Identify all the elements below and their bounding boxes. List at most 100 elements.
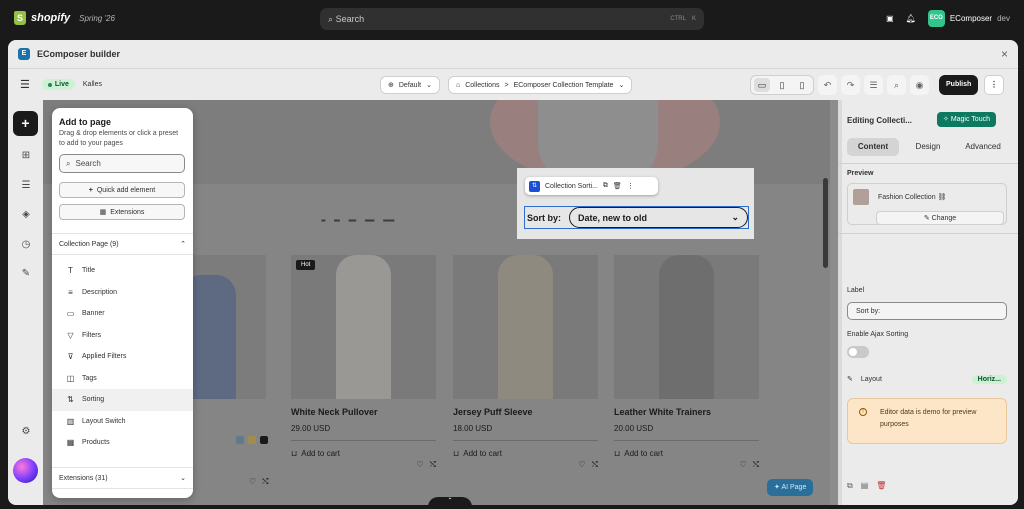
magic-touch-button[interactable]: ✧ Magic Touch [937, 112, 996, 127]
gear-icon[interactable]: ⚙ [19, 426, 33, 440]
trash-icon[interactable]: 🗑︎ [613, 182, 622, 190]
heart-icon[interactable]: ♡ [739, 460, 746, 470]
swatch-black[interactable] [260, 436, 268, 444]
add-to-cart-button[interactable]: ⊔ Add to cart [453, 449, 598, 458]
element-description[interactable]: ≡ Description [52, 281, 193, 303]
extensions-button[interactable]: ▦ Extensions [59, 204, 185, 220]
element-tags[interactable]: ◫ Tags [52, 367, 193, 389]
element-sorting[interactable]: ⇅ Sorting [52, 389, 193, 411]
more-options-icon[interactable]: ⋮ [984, 75, 1004, 95]
sort-label: Sort by: [527, 212, 562, 223]
product-image[interactable]: Hot [291, 255, 436, 399]
grid-6-icon[interactable]: ▪▪▪▪▪▪ [383, 216, 395, 225]
shuffle-icon[interactable]: ⤭ [592, 460, 598, 470]
description-icon: ≡ [68, 287, 73, 297]
sort-select[interactable]: Date, new to old ⌄ [569, 207, 748, 228]
add-to-cart-label: Add to cart [301, 449, 340, 458]
ai-page-button[interactable]: ✦ AI Page [767, 479, 814, 496]
desktop-icon[interactable]: ▭ [754, 78, 770, 92]
close-icon[interactable]: × [1001, 47, 1008, 61]
more-icon[interactable]: ⋮ [627, 182, 634, 190]
shuffle-icon[interactable]: ⤭ [753, 460, 759, 470]
heart-icon[interactable]: ♡ [416, 460, 423, 470]
ajax-sorting-toggle[interactable] [847, 346, 869, 358]
globe-icon: ⊕ [388, 82, 394, 89]
product-image[interactable] [614, 255, 759, 399]
heart-icon[interactable]: ♡ [249, 477, 256, 487]
shuffle-icon[interactable]: ⤭ [430, 460, 436, 470]
element-applied-filters[interactable]: ⊽ Applied Filters [52, 346, 193, 368]
collection-page-section[interactable]: Collection Page (9) ⌃ [52, 233, 193, 255]
left-rail: + ⊞ ☰ ◈ ◷ ✎ ⚙ [8, 100, 43, 505]
undo-icon[interactable]: ↶ [818, 75, 837, 95]
hamburger-menu-icon[interactable]: ☰ [20, 78, 30, 91]
element-name[interactable]: Collection Sorti... [545, 183, 598, 190]
brush-icon[interactable]: ✎ [19, 268, 33, 282]
template-select[interactable]: ⌂ Collections > EComposer Collection Tem… [448, 76, 633, 94]
pages-icon[interactable]: ⊞ [19, 150, 33, 164]
sections-icon[interactable]: ☰ [19, 180, 33, 194]
product-name[interactable]: White Neck Pullover [291, 407, 436, 417]
layers-icon[interactable]: ◈ [19, 209, 33, 223]
tab-advanced[interactable]: Advanced [957, 138, 1009, 156]
sorting-element: Sort by: Date, new to old ⌄ [524, 206, 749, 229]
grid-4-icon[interactable]: ▪▪▪▪ [348, 216, 356, 225]
duplicate-icon[interactable]: ⧉ [603, 182, 608, 190]
settings-sliders-icon[interactable]: ☰ [864, 75, 883, 95]
element-search-input[interactable]: ⌕ Search [59, 154, 185, 173]
layout-row[interactable]: ✎ Layout Horiz... [847, 371, 1007, 387]
tab-design[interactable]: Design [902, 138, 954, 156]
label-input[interactable]: Sort by: [847, 302, 1007, 320]
language-select[interactable]: ⊕ Default ⌄ [380, 76, 440, 94]
publish-button[interactable]: Publish [939, 75, 979, 95]
chevron-up-icon[interactable]: ⌃ [428, 497, 472, 505]
product-card[interactable]: Leather White Trainers 20.00 USD ⊔ Add to… [614, 255, 759, 469]
product-card[interactable]: Jersey Puff Sleeve 18.00 USD ⊔ Add to car… [453, 255, 598, 469]
tab-content[interactable]: Content [847, 138, 899, 156]
change-button[interactable]: ✎ Change [876, 211, 1004, 225]
account-menu[interactable]: ECO EComposer dev [927, 10, 1010, 27]
search-preview-icon[interactable]: ⌕ [887, 75, 906, 95]
add-to-cart-button[interactable]: ⊔ Add to cart [291, 449, 436, 458]
save-template-icon[interactable]: ▤ [861, 481, 869, 491]
grid-2-icon[interactable]: ▪▪ [321, 216, 326, 225]
add-to-cart-button[interactable]: ⊔ Add to cart [614, 449, 759, 458]
global-search[interactable]: ⌕ Search CTRL K [320, 8, 704, 30]
product-card[interactable]: Hot White Neck Pullover 29.00 USD ⊔ Add t… [291, 255, 436, 469]
swatch-blue[interactable] [236, 436, 244, 444]
element-label: Tags [82, 374, 97, 382]
tablet-icon[interactable]: ▯ [774, 78, 790, 92]
card-actions: ♡ ⤭ [416, 460, 436, 470]
collection-thumbnail [853, 189, 869, 205]
element-title[interactable]: T Title [52, 260, 193, 282]
shuffle-icon[interactable]: ⤭ [262, 477, 268, 487]
copy-icon[interactable]: ⧉ [847, 481, 853, 491]
grid-5-icon[interactable]: ▪▪▪▪▪ [365, 216, 375, 225]
live-label: Live [54, 81, 69, 88]
element-filters[interactable]: ▽ Filters [52, 324, 193, 346]
shopify-logo[interactable]: S shopify Spring '26 [14, 11, 115, 25]
sort-icon: ⇅ [67, 395, 74, 405]
swatch-yellow[interactable] [248, 436, 256, 444]
product-name[interactable]: Jersey Puff Sleeve [453, 407, 598, 417]
extensions-section[interactable]: Extensions (31) ⌄ [52, 467, 193, 489]
element-banner[interactable]: ▭ Banner [52, 303, 193, 325]
quick-add-button[interactable]: + Quick add element [59, 182, 185, 198]
eye-icon[interactable]: ◉ [910, 75, 929, 95]
trash-icon[interactable]: 🗑︎ [876, 481, 886, 491]
heart-icon[interactable]: ♡ [578, 460, 585, 470]
add-element-icon[interactable]: + [13, 111, 38, 136]
grid-3-icon[interactable]: ▪▪▪ [334, 216, 340, 225]
element-products[interactable]: ▦ Products [52, 432, 193, 454]
bell-icon[interactable]: 🔔︎ [906, 14, 916, 23]
redo-icon[interactable]: ↷ [841, 75, 860, 95]
canvas-scrollbar[interactable] [823, 178, 828, 268]
mobile-icon[interactable]: ▯ [794, 78, 810, 92]
preview-collection-name[interactable]: Fashion Collection ⛓︎ [878, 193, 946, 201]
product-name[interactable]: Leather White Trainers [614, 407, 759, 417]
ai-assistant-icon[interactable] [13, 458, 38, 483]
product-image[interactable] [453, 255, 598, 399]
store-icon[interactable]: ▣ [886, 14, 894, 23]
history-icon[interactable]: ◷ [19, 239, 33, 253]
element-layout-switch[interactable]: ▥ Layout Switch [52, 410, 193, 432]
